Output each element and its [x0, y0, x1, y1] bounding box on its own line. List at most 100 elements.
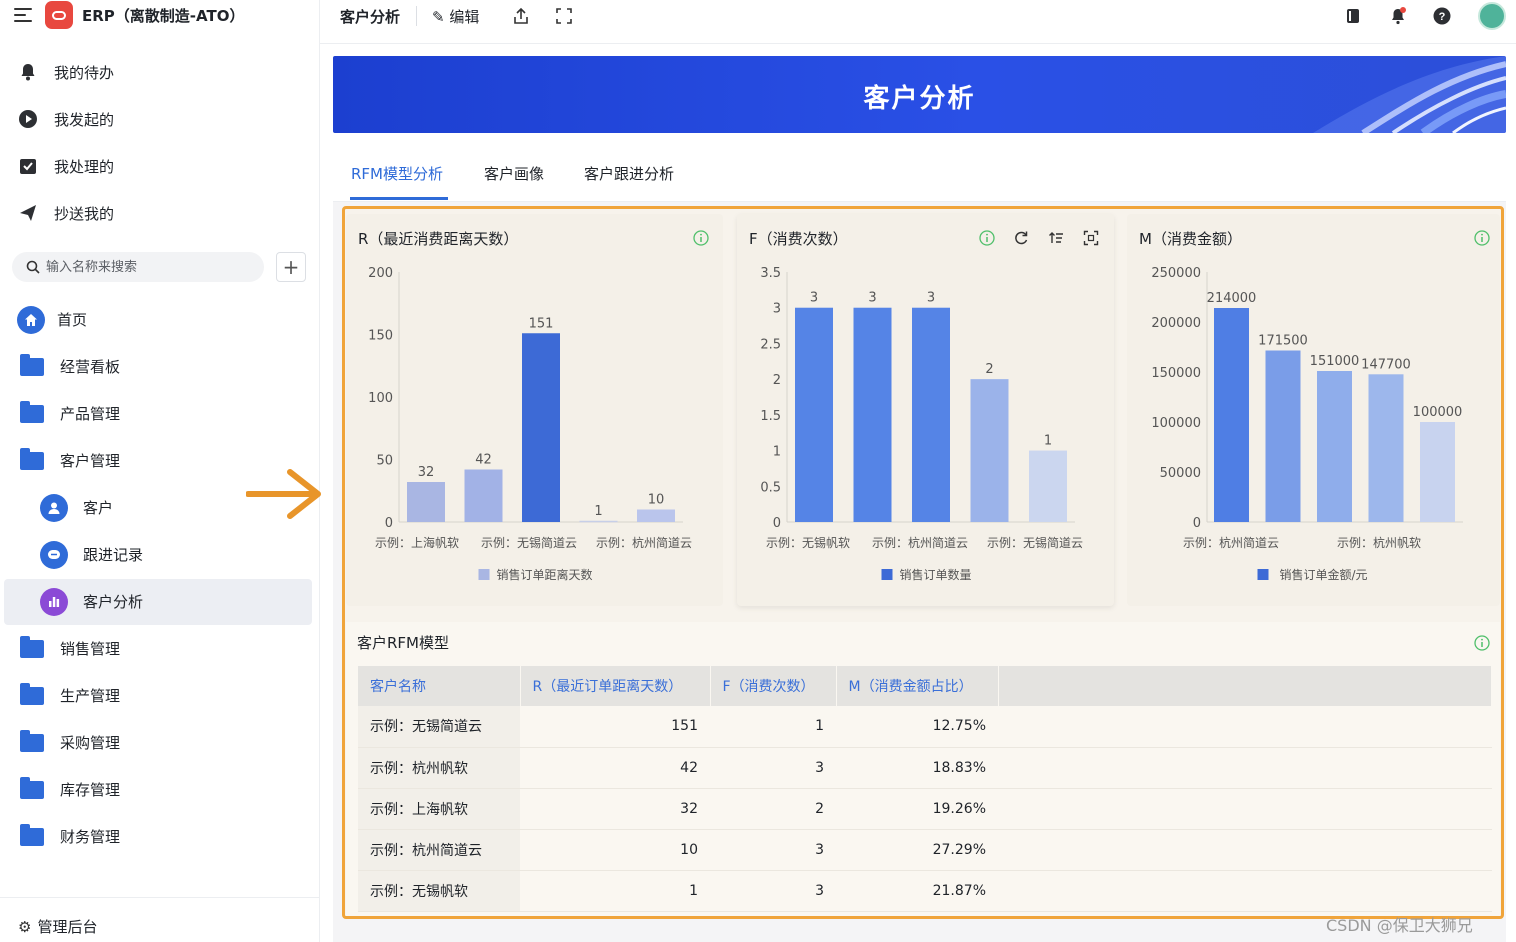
legend-swatch — [881, 569, 893, 580]
nav-item-followup[interactable]: 跟进记录 — [4, 532, 312, 578]
play-circle-icon — [19, 110, 37, 128]
data-label: 3 — [868, 291, 876, 306]
table-row[interactable]: 示例：上海帆软 32 2 19.26% — [358, 788, 1492, 830]
tab-rfm[interactable]: RFM模型分析 — [351, 163, 443, 184]
nav-item-sales[interactable]: 销售管理 — [4, 626, 312, 672]
quick-item-todo[interactable]: 我的待办 — [0, 52, 320, 92]
cell-r: 1 — [520, 870, 710, 912]
column-header-customer[interactable]: 客户名称 — [358, 666, 521, 706]
cell-empty — [998, 829, 1492, 871]
cell-f: 3 — [710, 870, 836, 912]
nav-label: 产品管理 — [60, 405, 121, 423]
avatar[interactable] — [1478, 2, 1506, 30]
menu-icon[interactable] — [14, 7, 32, 23]
y-tick-label: 2.5 — [760, 337, 781, 352]
nav-item-dashboard[interactable]: 经营看板 — [4, 344, 312, 390]
nav-item-customer-analysis[interactable]: 客户分析 — [4, 579, 312, 625]
quick-item-cc[interactable]: 抄送我的 — [0, 193, 320, 233]
nav-item-product[interactable]: 产品管理 — [4, 391, 312, 437]
nav-item-finance[interactable]: 财务管理 — [4, 814, 312, 860]
data-label: 100000 — [1413, 405, 1463, 420]
add-button[interactable]: + — [276, 252, 306, 282]
cell-customer: 示例：杭州帆软 — [358, 747, 520, 789]
y-tick-label: 200000 — [1151, 316, 1201, 331]
column-header-r[interactable]: R（最近订单距离天数） — [520, 666, 711, 706]
svg-text:?: ? — [1439, 11, 1446, 23]
nav-label: 采购管理 — [60, 734, 121, 752]
notification-bell-icon[interactable] — [1389, 7, 1407, 25]
help-icon[interactable]: ? — [1433, 7, 1451, 25]
folder-icon — [20, 354, 44, 378]
rfm-table-card: 客户RFM模型 客户名称 R（最近订单距离天数） F（消费次数） M（消费金额占… — [346, 622, 1500, 916]
bar — [1420, 422, 1455, 522]
folder-icon — [20, 448, 44, 472]
nav-label: 生产管理 — [60, 687, 121, 705]
book-icon[interactable] — [1344, 7, 1362, 25]
info-icon[interactable] — [1474, 635, 1490, 651]
y-tick-label: 50000 — [1160, 466, 1201, 481]
admin-link[interactable]: ⚙ 管理后台 — [18, 916, 97, 937]
nav-item-production[interactable]: 生产管理 — [4, 673, 312, 719]
column-header-f[interactable]: F（消费次数） — [710, 666, 837, 706]
folder-icon — [20, 777, 44, 801]
quick-item-label: 我发起的 — [54, 111, 115, 129]
cell-r: 42 — [520, 747, 710, 789]
cell-customer: 示例：无锡简道云 — [358, 706, 520, 748]
y-tick-label: 0 — [773, 516, 781, 531]
y-tick-label: 1 — [773, 445, 781, 460]
data-label: 1 — [1044, 434, 1052, 449]
y-tick-label: 100000 — [1151, 416, 1201, 431]
table-row[interactable]: 示例：杭州帆软 42 3 18.83% — [358, 747, 1492, 789]
edit-label: 编辑 — [449, 8, 480, 26]
data-label: 3 — [927, 291, 935, 306]
quick-item-initiated[interactable]: 我发起的 — [0, 99, 320, 139]
folder-icon — [20, 401, 44, 425]
legend-swatch — [478, 569, 490, 580]
data-label: 214000 — [1207, 291, 1257, 306]
message-icon — [40, 541, 68, 569]
bell-icon — [21, 64, 35, 81]
table-row[interactable]: 示例：无锡简道云 151 1 12.75% — [358, 706, 1492, 748]
fullscreen-icon[interactable] — [555, 7, 573, 25]
column-header-m[interactable]: M（消费金额占比） — [836, 666, 999, 706]
x-tick-label: 示例：杭州帆软 — [1337, 535, 1421, 550]
folder-icon — [20, 636, 44, 660]
search-icon — [26, 260, 40, 274]
bar — [1029, 450, 1067, 522]
nav-label: 客户分析 — [83, 593, 144, 611]
table-row[interactable]: 示例：杭州简道云 10 3 27.29% — [358, 829, 1492, 871]
cell-m: 12.75% — [836, 706, 998, 748]
tab-customer-profile[interactable]: 客户画像 — [484, 163, 544, 184]
quick-item-handled[interactable]: 我处理的 — [0, 146, 320, 186]
search-input[interactable] — [46, 257, 256, 277]
quick-item-label: 我处理的 — [54, 158, 115, 176]
chart-card-f: F（消费次数） 3.5 3 2.5 2 1.5 1 0.5 0 3 3 3 2 1 示例：无锡帆软 示例：杭… — [737, 214, 1114, 606]
edit-button[interactable]: ✎ 编辑 — [432, 6, 479, 27]
y-tick-label: 200 — [368, 266, 393, 281]
table-row[interactable]: 示例：无锡帆软 1 3 21.87% — [358, 870, 1492, 912]
share-icon[interactable] — [512, 7, 530, 25]
cell-m: 27.29% — [836, 829, 998, 871]
nav-item-purchase[interactable]: 采购管理 — [4, 720, 312, 766]
bar — [795, 307, 833, 522]
cell-r: 151 — [520, 706, 710, 748]
bar — [853, 307, 892, 522]
cell-m: 18.83% — [836, 747, 998, 789]
bar — [637, 509, 675, 522]
page-banner: 客户分析 — [333, 56, 1506, 133]
cell-f: 3 — [710, 829, 836, 871]
tab-followup-analysis[interactable]: 客户跟进分析 — [584, 163, 674, 184]
nav-label: 客户 — [83, 499, 114, 517]
x-tick-label: 示例：杭州简道云 — [1183, 535, 1279, 550]
nav-item-home[interactable]: 首页 — [4, 297, 312, 343]
bar — [970, 379, 1009, 522]
gear-icon: ⚙ — [18, 918, 32, 936]
chart-card-m: M（消费金额） 250000 200000 150000 100000 50000 0 21… — [1127, 214, 1500, 606]
annotation-arrow-icon — [246, 469, 321, 519]
cell-f: 2 — [710, 788, 836, 830]
y-tick-label: 150000 — [1151, 366, 1201, 381]
nav-item-inventory[interactable]: 库存管理 — [4, 767, 312, 813]
chart-card-r: R（最近消费距离天数） 200 150 100 50 0 32 42 151 1 10 示例：上海帆… — [346, 214, 723, 606]
cell-r: 32 — [520, 788, 710, 830]
y-tick-label: 0 — [385, 516, 393, 531]
